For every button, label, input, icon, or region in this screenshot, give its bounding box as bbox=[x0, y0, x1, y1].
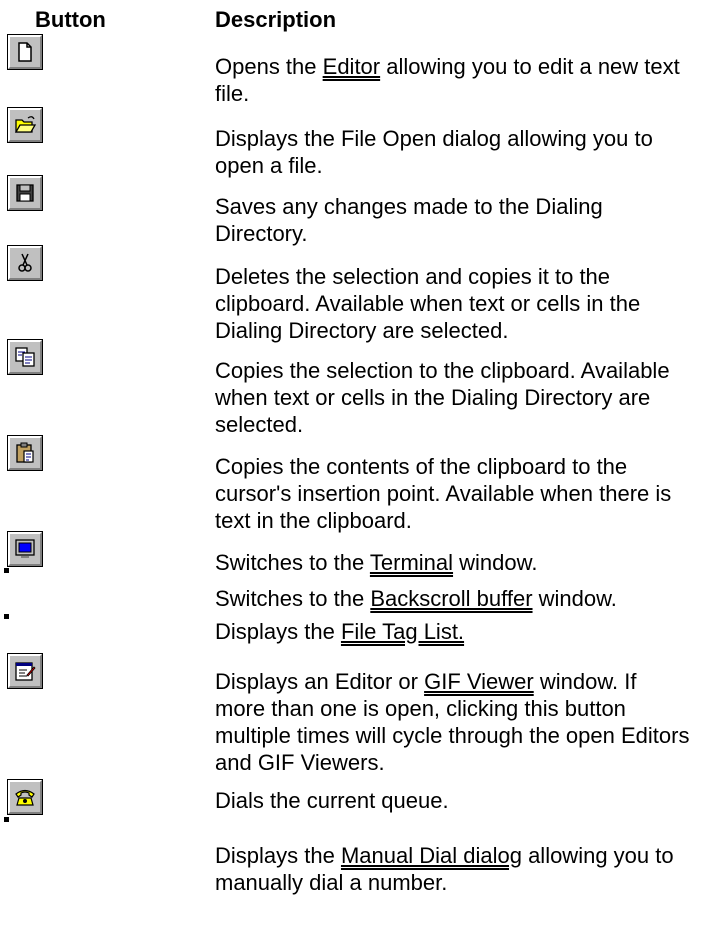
backscroll-buffer-link[interactable]: Backscroll buffer bbox=[370, 586, 532, 611]
cut-button[interactable] bbox=[7, 245, 43, 281]
telephone-icon bbox=[13, 785, 37, 809]
copy-button[interactable] bbox=[7, 339, 43, 375]
row-description: Opens the Editor allowing you to edit a … bbox=[215, 54, 680, 106]
header-button: Button bbox=[35, 7, 106, 32]
new-button[interactable] bbox=[7, 34, 43, 70]
editor-link[interactable]: Editor bbox=[323, 54, 380, 79]
row-description: Displays the File Open dialog allowing y… bbox=[215, 126, 653, 178]
new-file-icon bbox=[13, 40, 37, 64]
save-button[interactable] bbox=[7, 175, 43, 211]
editor-window-button[interactable] bbox=[7, 653, 43, 689]
row-description: Deletes the selection and copies it to t… bbox=[215, 264, 641, 343]
header-description: Description bbox=[215, 7, 337, 32]
row-description: Displays the File Tag List. bbox=[215, 619, 465, 644]
gif-viewer-link[interactable]: GIF Viewer bbox=[424, 669, 534, 694]
terminal-monitor-icon bbox=[13, 537, 37, 561]
open-folder-icon bbox=[13, 113, 37, 137]
copy-icon bbox=[13, 345, 37, 369]
paste-button[interactable] bbox=[7, 435, 43, 471]
row-description: Copies the selection to the clipboard. A… bbox=[215, 358, 670, 437]
row-description: Switches to the Terminal window. bbox=[215, 550, 538, 575]
scissors-icon bbox=[13, 251, 37, 275]
row-description: Saves any changes made to the Dialing Di… bbox=[215, 194, 603, 246]
bullet-icon bbox=[4, 614, 9, 619]
open-button[interactable] bbox=[7, 107, 43, 143]
terminal-button[interactable] bbox=[7, 531, 43, 567]
paste-icon bbox=[13, 441, 37, 465]
terminal-link[interactable]: Terminal bbox=[370, 550, 453, 575]
file-tag-list-link[interactable]: File Tag List. bbox=[341, 619, 464, 644]
row-description: Displays an Editor or GIF Viewer window.… bbox=[215, 669, 690, 775]
floppy-disk-icon bbox=[13, 181, 37, 205]
row-description: Copies the contents of the clipboard to … bbox=[215, 454, 672, 533]
row-description: Dials the current queue. bbox=[215, 788, 449, 813]
dial-button[interactable] bbox=[7, 779, 43, 815]
bullet-icon bbox=[4, 817, 9, 822]
editor-window-icon bbox=[13, 659, 37, 683]
row-description: Displays the Manual Dial dialog allowing… bbox=[215, 843, 674, 895]
manual-dial-dialog-link[interactable]: Manual Dial dialog bbox=[341, 843, 522, 868]
bullet-icon bbox=[4, 568, 9, 573]
row-description: Switches to the Backscroll buffer window… bbox=[215, 586, 617, 611]
